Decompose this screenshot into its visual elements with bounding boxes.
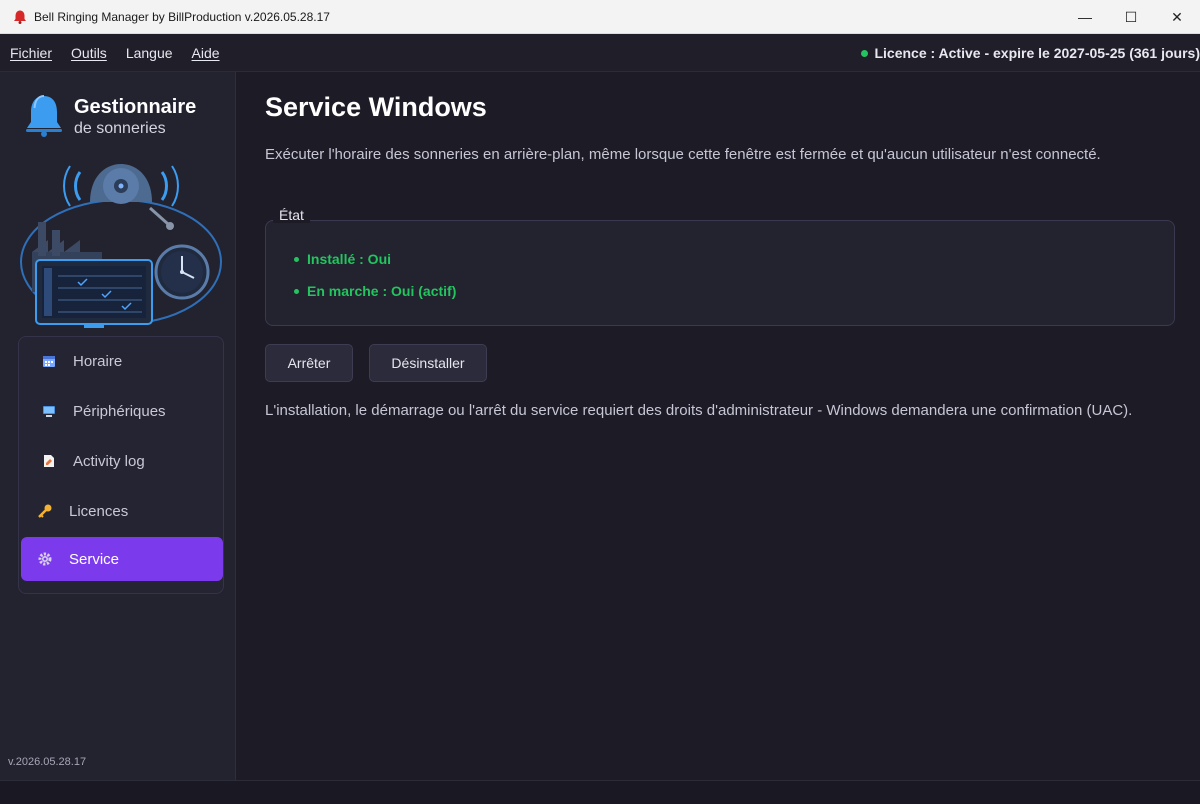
window-title-bar: Bell Ringing Manager by BillProduction v… [0,0,1200,34]
menu-bar: Fichier Outils Langue Aide Licence : Act… [0,34,1200,72]
sidebar-item-peripheriques[interactable]: Périphériques [21,389,223,433]
sidebar: Gestionnaire de sonneries Horaire Périph… [0,72,236,780]
menu-fichier[interactable]: Fichier [0,45,61,61]
sidebar-item-label: Horaire [73,352,123,370]
minimize-button[interactable]: — [1062,0,1108,34]
maximize-button[interactable]: ☐ [1108,0,1154,34]
status-dot [294,256,299,262]
admin-rights-note: L'installation, le démarrage ou l'arrêt … [265,402,1133,419]
sidebar-item-label: Activity log [73,452,145,470]
log-document-icon [39,451,59,471]
licence-status-text: Licence : Active - expire le 2027-05-25 … [874,45,1200,61]
status-installed: Installé : Oui [294,251,391,267]
maximize-icon: ☐ [1124,8,1138,25]
sidebar-item-licences[interactable]: Licences [21,489,223,533]
status-running: En marche : Oui (actif) [294,283,456,299]
menu-aide[interactable]: Aide [182,45,229,61]
bell-factory-illustration [20,164,222,328]
menu-langue[interactable]: Langue [116,45,182,61]
state-group-legend: État [273,207,310,223]
main-content: Service Windows Exécuter l'horaire des s… [237,72,1200,780]
sidebar-item-activity-log[interactable]: Activity log [21,439,223,483]
monitor-icon [35,259,153,328]
status-running-text: En marche : Oui (actif) [307,283,457,299]
status-bar [0,780,1200,804]
app-bell-icon [14,10,26,24]
licence-status: Licence : Active - expire le 2027-05-25 … [861,34,1200,72]
bell-icon [63,164,179,230]
page-description: Exécuter l'horaire des sonneries en arri… [265,146,1101,163]
status-installed-text: Installé : Oui [307,251,392,267]
brand-title: Gestionnaire [74,96,197,118]
licence-status-dot [861,49,869,57]
state-group: Installé : Oui En marche : Oui (actif) [265,220,1175,326]
sidebar-item-label: Périphériques [73,402,166,420]
close-icon: ✕ [1171,8,1183,25]
page-title: Service Windows [265,92,487,122]
calendar-icon [39,351,59,371]
window-title: Bell Ringing Manager by BillProduction v… [34,9,330,24]
menu-outils[interactable]: Outils [61,45,116,61]
close-button[interactable]: ✕ [1154,0,1200,34]
stop-button[interactable]: Arrêter [265,344,353,382]
sidebar-item-label: Licences [69,502,129,520]
monitor-icon [39,401,59,421]
sidebar-nav: Horaire Périphériques Activity log Licen… [18,336,224,594]
bell-icon [26,95,62,137]
clock-icon [154,244,210,300]
minimize-icon: — [1078,9,1092,25]
sidebar-item-label: Service [69,550,120,568]
app-version: v.2026.05.28.17 [8,756,87,768]
brand-subtitle: de sonneries [74,120,166,137]
uninstall-button[interactable]: Désinstaller [369,344,487,382]
key-icon [35,501,55,521]
status-dot [294,288,299,294]
sidebar-item-service[interactable]: Service [21,537,223,581]
sidebar-item-horaire[interactable]: Horaire [21,339,223,383]
gear-icon [35,549,55,569]
